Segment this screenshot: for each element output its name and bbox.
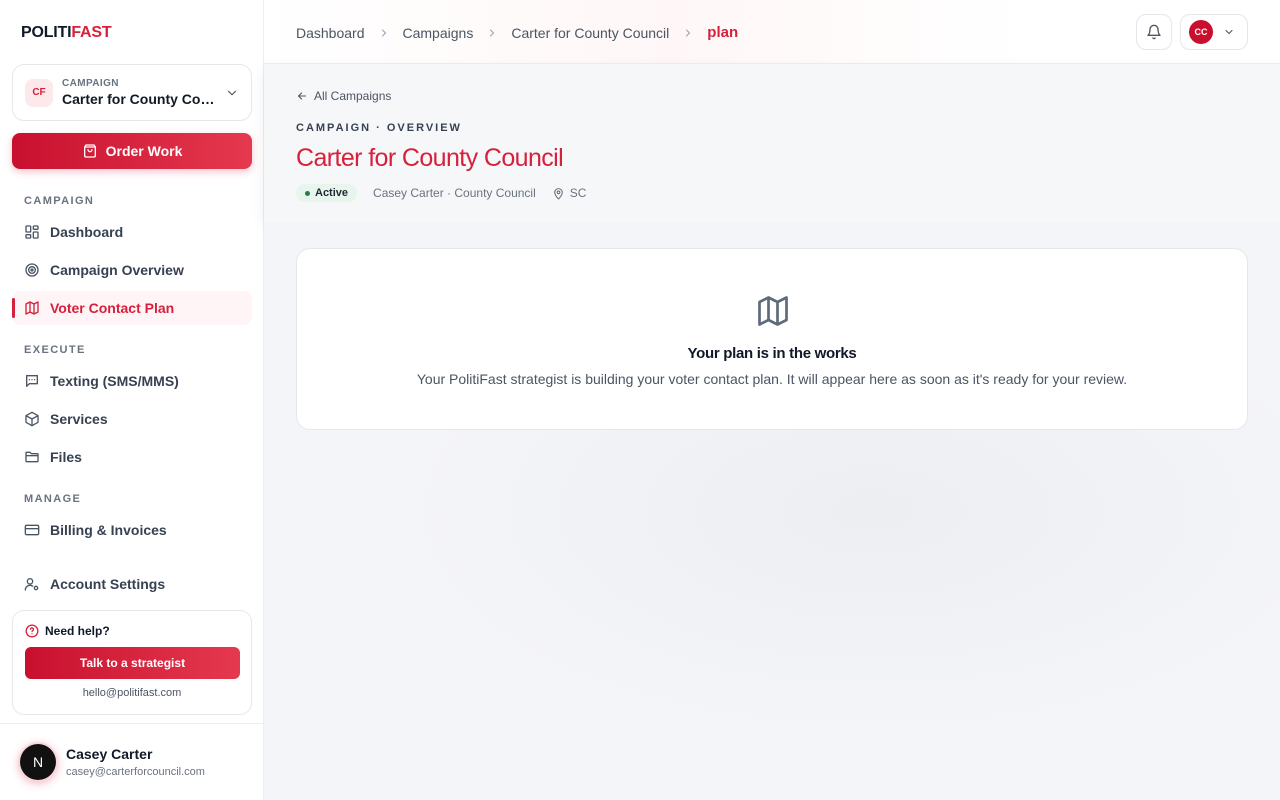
chevron-down-icon (1225, 29, 1233, 35)
order-work-button[interactable]: Order Work (12, 133, 252, 169)
sidebar: POLITIFAST CF CAMPAIGN Carter for County… (0, 0, 264, 800)
sidebar-item-label: Texting (SMS/MMS) (50, 373, 179, 389)
account-menu-button[interactable]: CC (1180, 14, 1248, 50)
shopping-bag-icon (83, 144, 96, 158)
sidebar-item-billing[interactable]: Billing & Invoices (12, 513, 252, 547)
brand-logo-part1: POLITI (21, 24, 72, 41)
chevron-down-icon (227, 90, 237, 95)
credit-card-icon (24, 524, 40, 536)
brand-logo-part2: FAST (71, 24, 112, 41)
campaign-meta: Active Casey Carter · County Council SC (296, 184, 586, 202)
user-name: Casey Carter (66, 746, 153, 762)
sidebar-item-voter-contact-plan[interactable]: Voter Contact Plan (12, 291, 252, 325)
nav-section-campaign: CAMPAIGN (24, 195, 95, 207)
campaign-switcher-label: CAMPAIGN (62, 78, 119, 89)
breadcrumb: Dashboard Campaigns Carter for County Co… (296, 24, 738, 41)
sidebar-item-label: Voter Contact Plan (50, 300, 175, 316)
page-title: Carter for County Council (296, 144, 564, 172)
back-link[interactable]: All Campaigns (296, 89, 391, 103)
breadcrumb-current: plan (707, 24, 739, 41)
top-bar: Dashboard Campaigns Carter for County Co… (264, 0, 1280, 64)
folder-icon (25, 451, 39, 463)
order-work-label: Order Work (105, 143, 183, 159)
chevron-right-icon (381, 28, 386, 37)
notifications-button[interactable] (1136, 14, 1172, 50)
help-circle-icon (25, 624, 39, 638)
help-title: Need help? (25, 624, 110, 638)
sidebar-item-label: Dashboard (50, 224, 124, 240)
sidebar-item-label: Account Settings (50, 576, 166, 592)
chevron-right-icon (686, 28, 691, 37)
page-eyebrow: CAMPAIGN · OVERVIEW (296, 122, 462, 134)
candidate-info: Casey Carter · County Council (373, 186, 536, 200)
message-square-icon (26, 375, 38, 387)
target-icon (25, 263, 39, 277)
map-pin-icon (553, 187, 563, 199)
empty-state-card: Your plan is in the works Your PolitiFas… (296, 248, 1248, 430)
status-badge-text: Active (315, 187, 349, 199)
breadcrumb-campaigns[interactable]: Campaigns (403, 25, 474, 41)
sidebar-item-account-settings[interactable]: Account Settings (12, 567, 252, 601)
chevron-right-icon (490, 28, 495, 37)
map-icon (25, 301, 39, 315)
sidebar-divider (0, 723, 264, 724)
nav-section-execute: EXECUTE (24, 344, 86, 356)
help-email-link[interactable]: hello@politifast.com (13, 687, 251, 699)
campaign-switcher-text: CAMPAIGN Carter for County Council (62, 78, 219, 107)
status-dot (305, 190, 310, 196)
empty-state-title: Your plan is in the works (687, 345, 857, 362)
campaign-badge: CF (25, 78, 53, 107)
arrow-left-icon (297, 92, 307, 100)
campaign-switcher[interactable]: CF CAMPAIGN Carter for County Council (12, 64, 252, 121)
sidebar-item-label: Billing & Invoices (50, 522, 167, 538)
brand-logo[interactable]: POLITIFAST (21, 24, 112, 42)
sidebar-item-label: Services (50, 411, 108, 427)
campaign-header: All Campaigns CAMPAIGN · OVERVIEW Carter… (264, 64, 1280, 222)
package-icon (25, 411, 39, 427)
map-icon (758, 296, 788, 326)
bell-icon (1147, 24, 1161, 40)
breadcrumb-campaign[interactable]: Carter for County Council (511, 25, 669, 41)
back-link-label: All Campaigns (314, 89, 392, 103)
nav-section-manage: MANAGE (24, 493, 82, 505)
empty-state-description: Your PolitiFast strategist is building y… (416, 371, 1128, 387)
location-text: SC (569, 186, 587, 200)
sidebar-item-files[interactable]: Files (12, 440, 252, 474)
user-cog-icon (24, 578, 39, 591)
help-title-text: Need help? (45, 624, 110, 638)
dashboard-grid-icon (25, 225, 39, 239)
status-badge: Active (296, 184, 358, 202)
sidebar-item-label: Files (50, 449, 82, 465)
campaign-switcher-name: Carter for County Council (62, 91, 219, 107)
sidebar-item-campaign-overview[interactable]: Campaign Overview (12, 253, 252, 287)
sidebar-item-services[interactable]: Services (12, 402, 252, 436)
sidebar-item-dashboard[interactable]: Dashboard (12, 215, 252, 249)
help-card: Need help? Talk to a strategist hello@po… (12, 610, 252, 715)
talk-to-strategist-button[interactable]: Talk to a strategist (25, 647, 240, 679)
sidebar-item-texting[interactable]: Texting (SMS/MMS) (12, 364, 252, 398)
breadcrumb-dashboard[interactable]: Dashboard (296, 25, 365, 41)
sidebar-item-label: Campaign Overview (50, 262, 184, 278)
user-email: casey@carterforcouncil.com (66, 766, 205, 778)
avatar: CC (1189, 20, 1213, 44)
location: SC (552, 186, 587, 200)
avatar[interactable]: N (20, 744, 56, 780)
